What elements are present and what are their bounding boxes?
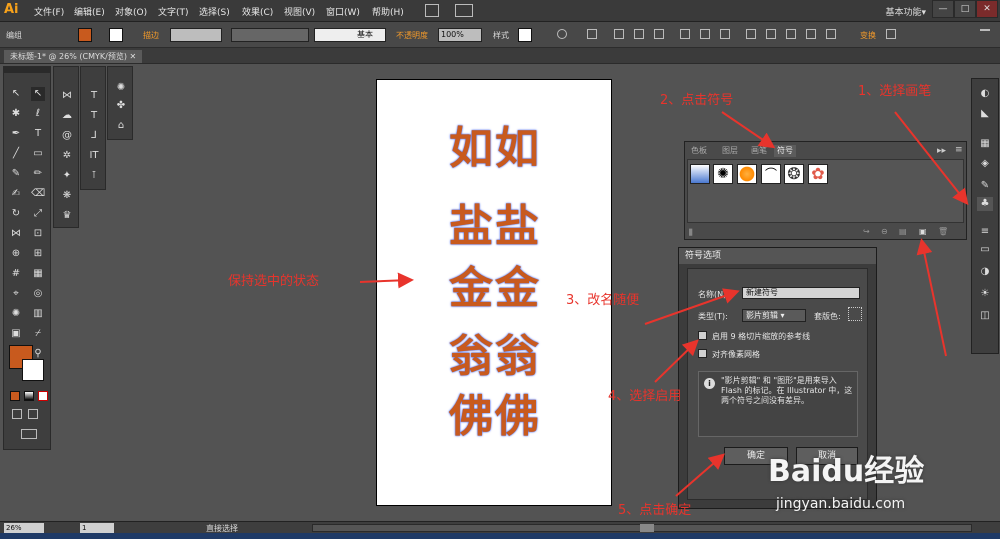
zoom-field[interactable]: 26% (4, 523, 44, 533)
watermark-brand: Baidu经验 (768, 454, 925, 489)
arrow-new-symbol (916, 238, 947, 357)
annotation-step-3: 3、改名随便 (566, 293, 640, 308)
annotation-step-2: 2、点击符号 (660, 93, 734, 108)
annotation-keep-selected: 保持选中的状态 (228, 274, 320, 289)
watermark-url: jingyan.baidu.com (776, 496, 906, 512)
annotation-step-4: 4、选择启用 (608, 389, 682, 404)
arrow-2 (721, 111, 776, 149)
arrow-4 (654, 339, 699, 383)
arrow-5 (675, 453, 726, 497)
os-taskbar (0, 533, 1000, 539)
page-field[interactable]: 1 (80, 523, 114, 533)
status-bar: 26% 1 直接选择 (0, 521, 1000, 533)
arrow-keep (359, 272, 414, 289)
annotation-step-1: 1、选择画笔 (858, 84, 932, 99)
baidu-watermark: Baidu经验 jingyan.baidu.com (768, 446, 938, 518)
scroll-thumb[interactable] (640, 524, 654, 532)
annotation-step-5: 5、点击确定 (618, 503, 692, 518)
arrow-1 (894, 111, 969, 206)
arrow-3 (644, 288, 740, 325)
